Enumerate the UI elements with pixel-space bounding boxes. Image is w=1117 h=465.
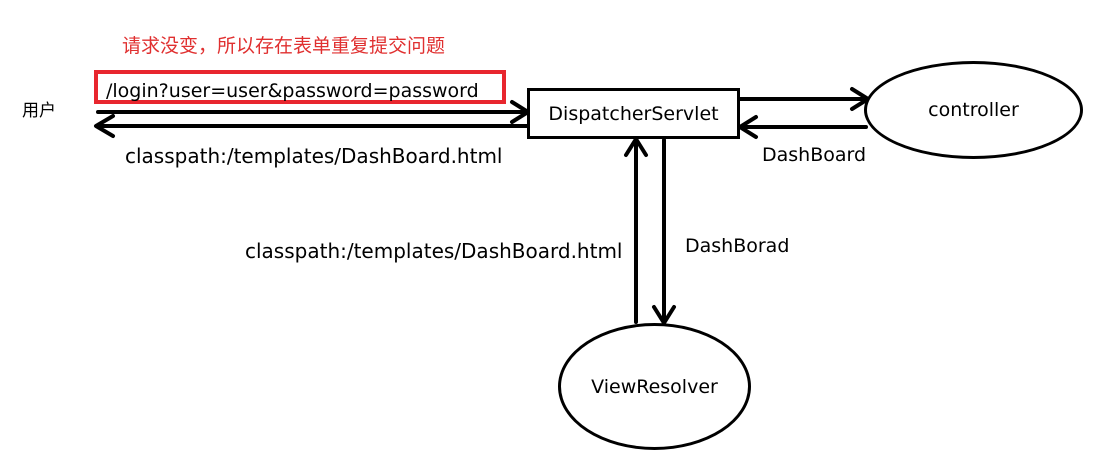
controller-return-label: DashBoard xyxy=(762,144,867,166)
viewresolver-node: ViewResolver xyxy=(558,323,751,450)
user-label: 用户 xyxy=(22,101,56,121)
response-path-label: classpath:/templates/DashBoard.html xyxy=(125,144,503,168)
dispatcher-servlet-node: DispatcherServlet xyxy=(527,88,740,139)
arrow-from-viewresolver xyxy=(624,137,648,324)
controller-label: controller xyxy=(928,99,1019,121)
arrow-to-controller xyxy=(738,87,870,111)
dispatcher-servlet-label: DispatcherServlet xyxy=(548,102,719,125)
request-url: /login?user=user&password=password xyxy=(106,80,479,102)
arrow-to-viewresolver xyxy=(652,138,676,325)
to-viewresolver-label: DashBorad xyxy=(685,235,790,257)
viewresolver-label: ViewResolver xyxy=(591,375,718,398)
viewresolver-path-label: classpath:/templates/DashBoard.html xyxy=(245,239,623,263)
arrow-request xyxy=(96,100,530,124)
controller-node: controller xyxy=(864,61,1083,159)
arrow-from-controller xyxy=(738,115,868,139)
annotation-note: 请求没变，所以存在表单重复提交问题 xyxy=(122,35,446,57)
arrow-response xyxy=(94,114,530,138)
